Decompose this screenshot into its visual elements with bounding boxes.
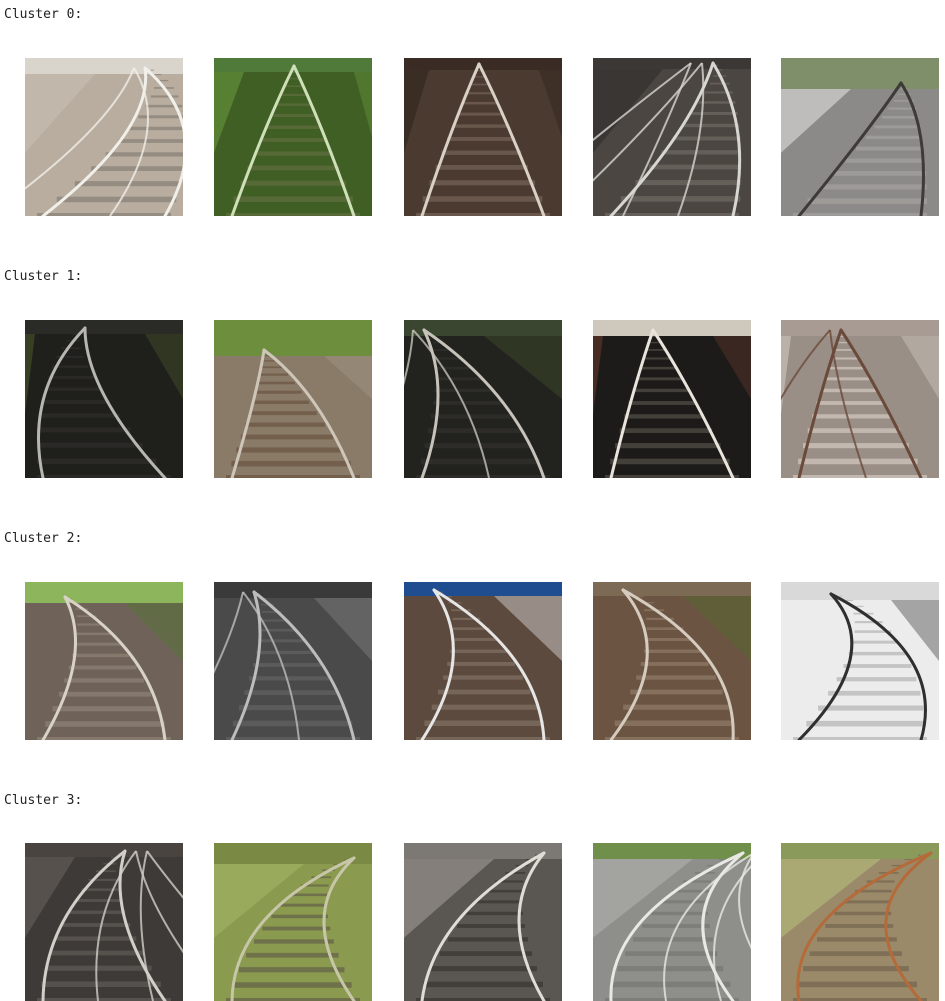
cluster-0-image-0	[25, 58, 183, 216]
cluster-2-image-0	[25, 582, 183, 740]
cluster-1-image-3	[593, 320, 751, 478]
cluster-1-label: Cluster 1:	[4, 269, 83, 284]
cluster-2-image-1	[214, 582, 372, 740]
cluster-1-image-0	[25, 320, 183, 478]
track-photo	[404, 58, 562, 216]
cluster-3-label: Cluster 3:	[4, 793, 83, 808]
track-photo	[214, 320, 372, 478]
cluster-3-image-2	[404, 843, 562, 1001]
track-photo	[25, 843, 183, 1001]
cluster-2-image-2	[404, 582, 562, 740]
track-photo	[781, 320, 939, 478]
cluster-3-image-3	[593, 843, 751, 1001]
track-photo	[593, 582, 751, 740]
track-photo	[593, 320, 751, 478]
track-photo	[25, 58, 183, 216]
track-photo	[214, 582, 372, 740]
track-photo	[781, 843, 939, 1001]
track-photo	[593, 58, 751, 216]
track-photo	[404, 582, 562, 740]
cluster-0-image-3	[593, 58, 751, 216]
cluster-3-image-0	[25, 843, 183, 1001]
cluster-2-label: Cluster 2:	[4, 531, 83, 546]
cluster-1-image-2	[404, 320, 562, 478]
track-photo	[781, 582, 939, 740]
track-photo	[404, 320, 562, 478]
track-photo	[214, 843, 372, 1001]
track-photo	[214, 58, 372, 216]
track-photo	[25, 582, 183, 740]
cluster-0-image-2	[404, 58, 562, 216]
cluster-0-image-1	[214, 58, 372, 216]
cluster-2-image-3	[593, 582, 751, 740]
cluster-2-image-4	[781, 582, 939, 740]
track-photo	[593, 843, 751, 1001]
track-photo	[25, 320, 183, 478]
track-photo	[404, 843, 562, 1001]
cluster-1-image-4	[781, 320, 939, 478]
cluster-0-image-4	[781, 58, 939, 216]
cluster-1-image-1	[214, 320, 372, 478]
cluster-0-label: Cluster 0:	[4, 7, 83, 22]
cluster-3-image-1	[214, 843, 372, 1001]
track-photo	[781, 58, 939, 216]
cluster-3-image-4	[781, 843, 939, 1001]
